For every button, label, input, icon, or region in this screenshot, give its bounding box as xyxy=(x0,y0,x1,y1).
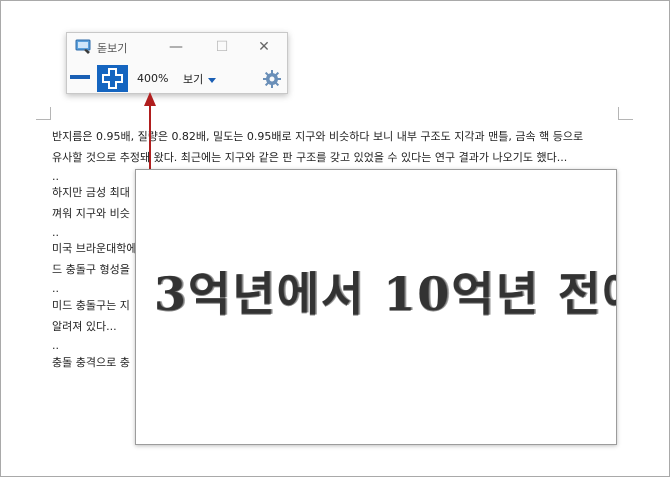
doc-text-line: 미드 충돌구는 지 xyxy=(52,299,130,312)
magnifier-titlebar[interactable]: 돋보기 — ☐ ✕ xyxy=(67,33,287,61)
doc-text-line: 알려져 있다... xyxy=(52,320,117,333)
view-dropdown[interactable]: 보기 xyxy=(183,71,217,87)
doc-text-line: .. xyxy=(52,339,59,352)
chevron-down-icon xyxy=(208,77,217,83)
close-button[interactable]: ✕ xyxy=(251,37,277,57)
doc-text-line: .. xyxy=(52,170,59,183)
doc-text-line: .. xyxy=(52,282,59,295)
doc-text-line: 반지름은 0.95배, 질량은 0.82배, 밀도는 0.95배로 지구와 비슷… xyxy=(52,130,584,143)
doc-text-line: 충돌 충격으로 충 xyxy=(52,356,130,369)
zoom-in-button[interactable] xyxy=(97,65,128,92)
magnifier-title: 돋보기 xyxy=(97,42,128,55)
page-corner-mark-left xyxy=(36,107,51,120)
zoom-level-readout: 400% xyxy=(137,72,169,85)
annotation-arrow xyxy=(144,92,156,178)
doc-text-line: 미국 브라운대학에 xyxy=(52,242,137,255)
page-corner-mark-right xyxy=(618,107,633,120)
minimize-button[interactable]: — xyxy=(163,37,189,57)
zoom-out-button[interactable] xyxy=(70,75,90,79)
magnifier-toolbar: 400% 보기 xyxy=(67,65,287,93)
magnifier-lens-view: 3억년에서 10억년 전에 xyxy=(135,169,617,445)
doc-text-line: 껴워 지구와 비슷 xyxy=(52,207,130,220)
doc-text-line: .. xyxy=(52,226,59,239)
magnifier-app-icon xyxy=(75,39,91,54)
magnified-text: 3억년에서 10억년 전에 xyxy=(154,267,617,321)
view-dropdown-label: 보기 xyxy=(183,73,204,86)
maximize-button[interactable]: ☐ xyxy=(209,37,235,57)
magnifier-window: 돋보기 — ☐ ✕ 400% 보기 xyxy=(66,32,288,94)
doc-text-line: 드 충돌구 형성을 xyxy=(52,263,130,276)
doc-text-line: 유사할 것으로 추정돼 왔다. 최근에는 지구와 같은 판 구조를 갖고 있었을… xyxy=(52,151,568,164)
gear-icon[interactable] xyxy=(261,68,283,90)
zoom-in-icon xyxy=(102,68,123,89)
doc-text-line: 하지만 금성 최대 xyxy=(52,186,130,199)
